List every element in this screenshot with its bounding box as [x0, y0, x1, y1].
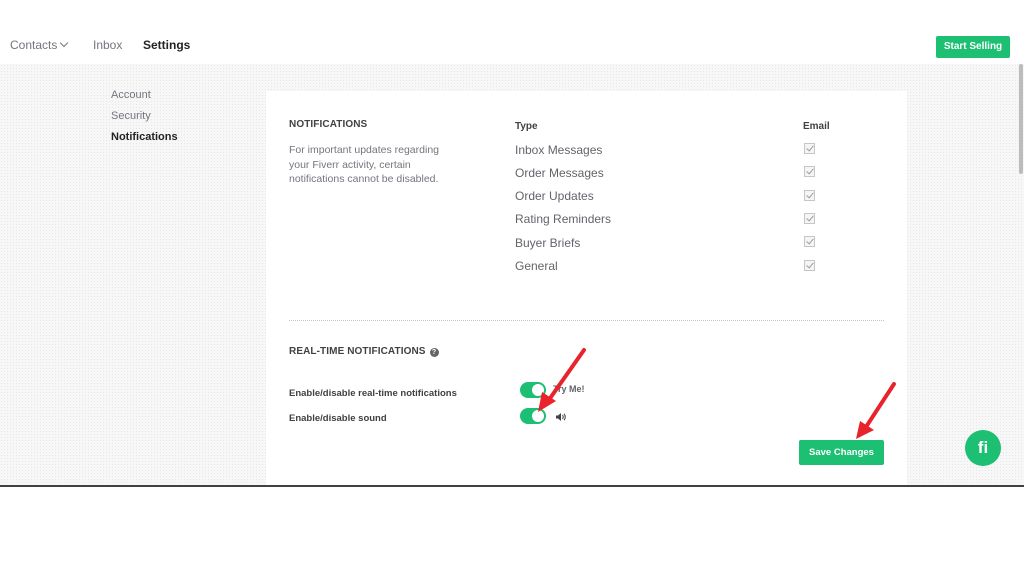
- fiverr-logo-icon[interactable]: fi: [965, 430, 1001, 466]
- email-checkbox-buyer-briefs: [804, 236, 815, 247]
- notifications-description: For important updates regarding your Fiv…: [289, 144, 439, 185]
- top-nav: Contacts Inbox Settings Start Selling: [0, 0, 1024, 64]
- sound-setting-label: Enable/disable sound: [289, 413, 387, 424]
- email-checkbox-order-messages: [804, 166, 815, 177]
- nav-contacts[interactable]: Contacts: [10, 38, 69, 52]
- realtime-setting-label: Enable/disable real-time notifications: [289, 388, 457, 399]
- notifications-title: NOTIFICATIONS: [289, 119, 368, 130]
- save-changes-button[interactable]: Save Changes: [799, 440, 884, 465]
- row-label-order-messages: Order Messages: [515, 166, 604, 180]
- start-selling-button[interactable]: Start Selling: [936, 36, 1010, 58]
- email-checkbox-inbox-messages: [804, 143, 815, 154]
- nav-contacts-label: Contacts: [10, 38, 58, 52]
- nav-settings[interactable]: Settings: [143, 38, 190, 52]
- email-checkbox-order-updates: [804, 190, 815, 201]
- row-label-buyer-briefs: Buyer Briefs: [515, 236, 581, 250]
- type-column-header: Type: [515, 121, 538, 132]
- row-label-rating-reminders: Rating Reminders: [515, 212, 612, 226]
- sidebar-item-account[interactable]: Account: [111, 89, 151, 101]
- realtime-notifications-title: REAL-TIME NOTIFICATIONS?: [289, 346, 439, 357]
- realtime-title-text: REAL-TIME NOTIFICATIONS: [289, 346, 426, 357]
- nav-inbox[interactable]: Inbox: [93, 38, 122, 52]
- email-checkbox-rating-reminders: [804, 213, 815, 224]
- sidebar-item-notifications[interactable]: Notifications: [111, 131, 178, 143]
- notifications-card: NOTIFICATIONS For important updates rega…: [266, 91, 907, 486]
- app-root: Contacts Inbox Settings Start Selling Ac…: [0, 0, 1024, 576]
- bottom-border: [0, 485, 1024, 487]
- row-label-inbox-messages: Inbox Messages: [515, 143, 603, 157]
- scrollbar-thumb[interactable]: [1019, 64, 1023, 174]
- annotation-arrow: [856, 382, 896, 439]
- email-checkbox-general: [804, 260, 815, 271]
- annotation-arrow: [538, 348, 586, 412]
- help-icon[interactable]: ?: [429, 348, 439, 357]
- sidebar-item-security[interactable]: Security: [111, 110, 151, 122]
- chevron-down-icon: [60, 38, 69, 48]
- section-divider: [289, 320, 884, 321]
- email-column-header: Email: [803, 121, 830, 132]
- row-label-general: General: [515, 259, 558, 273]
- row-label-order-updates: Order Updates: [515, 189, 594, 203]
